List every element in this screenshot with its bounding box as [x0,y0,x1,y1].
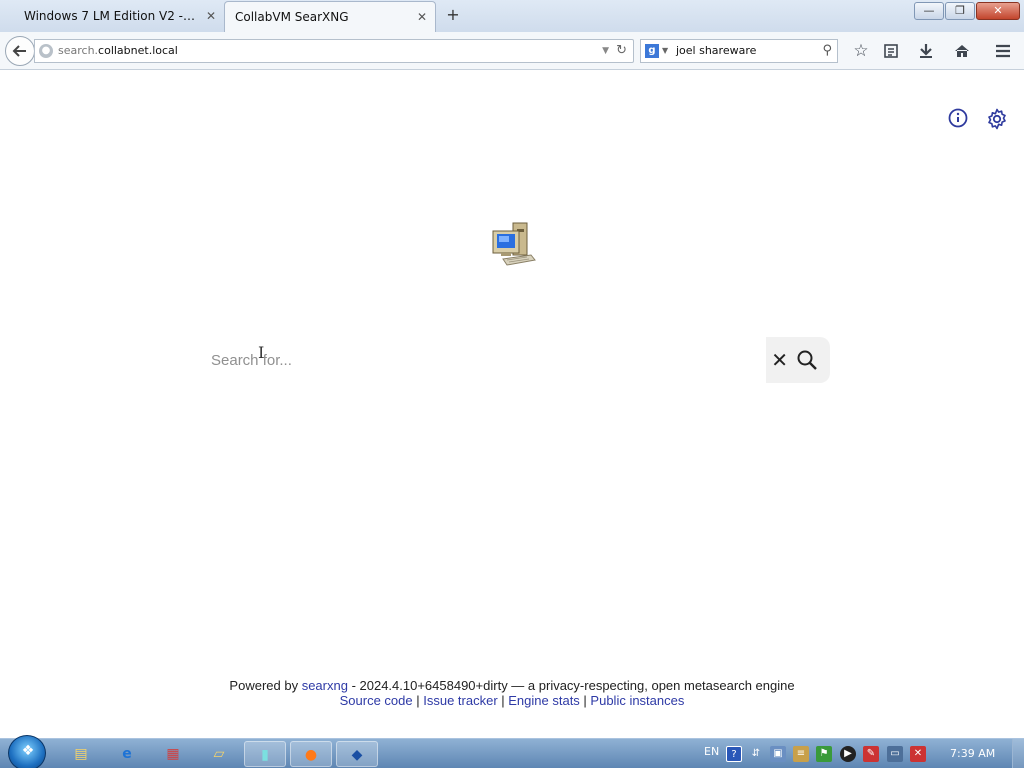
tab-collabvm-searxng[interactable]: CollabVM SearXNG ✕ [224,1,436,32]
issue-tracker-link[interactable]: Issue tracker [423,693,497,708]
media-app-icon[interactable]: ▦ [152,741,194,767]
explorer-icon[interactable]: ▤ [60,741,102,767]
reload-icon[interactable]: ↻ [616,40,627,62]
search-engine-icon[interactable]: g [645,44,659,58]
tab-label: Windows 7 LM Edition V2 - Col... [24,9,196,23]
help-icon[interactable]: ? [726,746,742,762]
engine-dropdown-icon[interactable]: ▼ [662,40,668,62]
url-host: collabnet.local [98,44,178,57]
text-cursor-icon: I [258,343,265,362]
magnifier-icon[interactable]: ⚲ [822,40,832,62]
action-center-icon[interactable]: ⚑ [816,746,832,762]
windows-taskbar: ❖ ▤ e ▦ ▱ ▮ ● ◆ EN ? ⇵ ▣ ≡ ⚑ ▶ ✎ ▭ ✕ 7:3… [0,735,1024,768]
main-search-form: ✕ [200,337,830,383]
media-play-icon[interactable]: ▶ [840,746,856,762]
close-window-button[interactable]: ✕ [976,2,1020,20]
browser-search-query[interactable]: joel shareware [676,40,756,62]
hamburger-icon [996,44,1010,58]
download-arrow-icon [920,44,932,58]
info-icon[interactable] [946,108,970,132]
browser-navbar: ● search.collabnet.local ▼ ↻ g ▼ joel sh… [0,32,1024,70]
windows-logo-icon: ❖ [21,743,35,759]
back-button[interactable] [5,36,35,66]
window-controls: — ❐ ✕ [913,2,1020,22]
security-icon[interactable]: ✎ [863,746,879,762]
reading-list-icon[interactable] [879,39,903,63]
firefox-icon[interactable]: ● [290,741,332,767]
url-prefix: search. [58,44,99,57]
browser-titlebar: Windows 7 LM Edition V2 - Col... ✕ Colla… [0,0,1024,32]
link-separator: | [412,693,424,708]
globe-icon: ● [39,44,53,58]
gear-icon[interactable] [985,108,1009,132]
restore-button[interactable]: ❐ [945,2,975,20]
browser-search-bar[interactable]: g ▼ joel shareware ⚲ [640,39,838,63]
info-glyph [948,108,968,128]
volume-muted-icon[interactable]: ✕ [910,746,926,762]
tab-windows7-lm-edition[interactable]: Windows 7 LM Edition V2 - Col... ✕ [0,1,224,32]
house-icon [955,45,969,57]
bookmarks-list-icon [884,44,898,58]
link-separator: | [497,693,509,708]
network-app-icon[interactable]: ◆ [336,741,378,767]
search-icon[interactable] [796,349,818,371]
menu-icon[interactable] [991,39,1015,63]
history-dropdown-icon[interactable]: ▼ [602,40,609,62]
page-footer: Powered by searxng - 2024.4.10+6458490+d… [0,678,1024,708]
source-code-link[interactable]: Source code [340,693,413,708]
version-text: - 2024.4.10+6458490+dirty — a privacy-re… [347,678,795,693]
clock[interactable]: 7:39 AM [950,747,995,760]
new-tab-button[interactable]: + [444,6,462,24]
link-separator: | [579,693,591,708]
tab-close-icon[interactable]: ✕ [415,2,429,32]
footer-powered-line: Powered by searxng - 2024.4.10+6458490+d… [0,678,1024,693]
home-icon[interactable] [950,39,974,63]
language-indicator[interactable]: EN [704,745,719,758]
back-arrow-icon [12,45,26,57]
minimize-button[interactable]: — [914,2,944,20]
start-button[interactable]: ❖ [8,735,46,768]
network-icon[interactable]: ▭ [887,746,903,762]
collabvm-computer-logo [492,222,536,266]
downloads-icon[interactable] [914,39,938,63]
tray-storage-icon[interactable]: ≡ [793,746,809,762]
url-text[interactable]: search.collabnet.local [58,40,178,62]
engine-stats-link[interactable]: Engine stats [508,693,580,708]
footer-links: Source code | Issue tracker | Engine sta… [0,693,1024,708]
folder-icon[interactable]: ▱ [198,741,240,767]
bookmark-star-icon[interactable]: ☆ [849,39,873,63]
internet-explorer-icon[interactable]: e [106,741,148,767]
close-icon[interactable]: ✕ [766,337,788,383]
magnifier-glyph [797,350,817,370]
powered-by-text: Powered by [229,678,299,693]
tray-app-icon[interactable]: ▣ [770,746,786,762]
search-actions: ✕ [766,337,830,383]
tray-expand-icon[interactable]: ⇵ [748,746,764,762]
search-input[interactable] [200,337,766,383]
show-desktop-button[interactable] [1012,739,1024,768]
public-instances-link[interactable]: Public instances [590,693,684,708]
searxng-link[interactable]: searxng [302,678,348,693]
tab-label: CollabVM SearXNG [235,10,349,24]
url-bar[interactable]: ● search.collabnet.local ▼ ↻ [34,39,634,63]
tab-close-icon[interactable]: ✕ [204,1,218,31]
settings-glyph [988,108,1006,130]
app-window-icon[interactable]: ▮ [244,741,286,767]
